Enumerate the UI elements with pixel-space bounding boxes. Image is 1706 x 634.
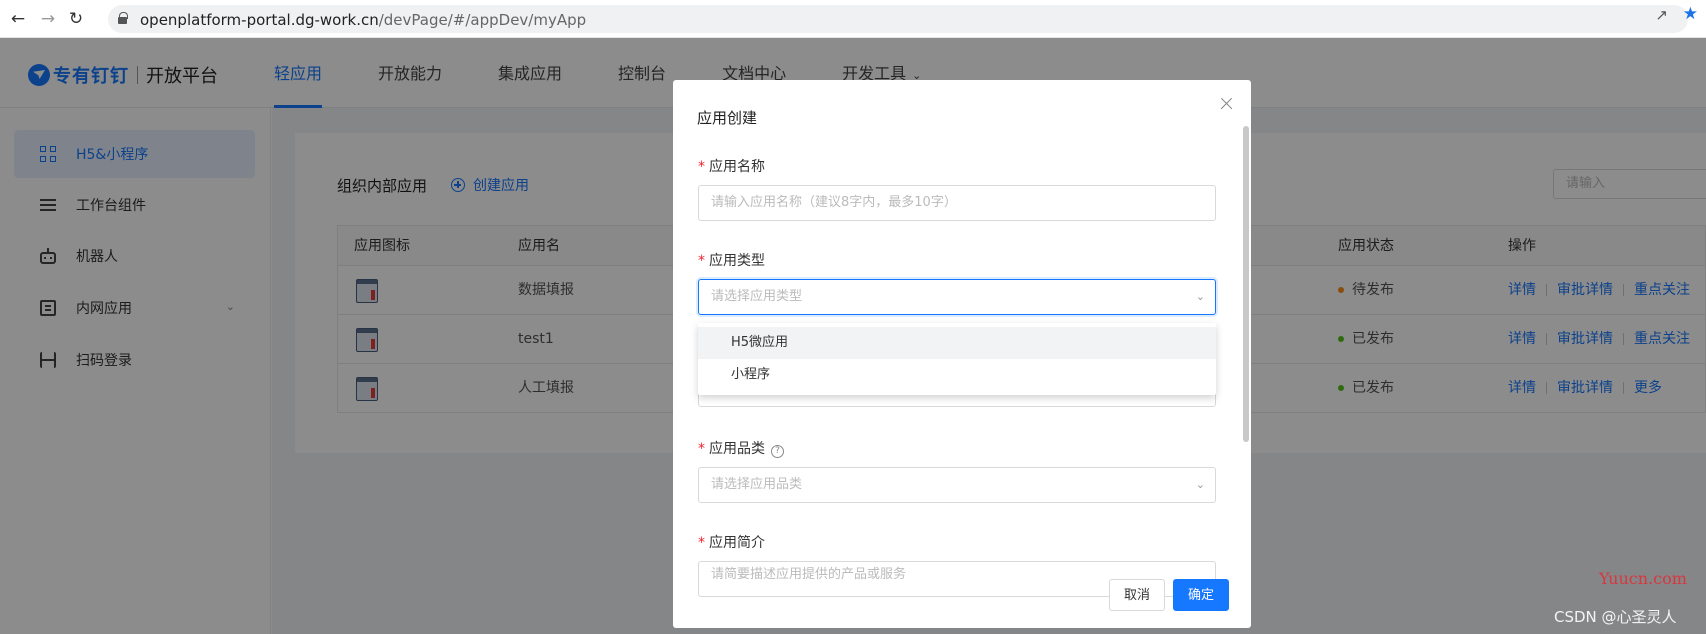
app-name-field[interactable]: 请输入应用名称（建议8字内，最多10字） [698,185,1216,221]
option-miniprogram[interactable]: 小程序 [698,359,1216,391]
app-type-select[interactable]: 请选择应用类型 ⌄ [698,279,1216,315]
browser-toolbar: ← → ↻ openplatform-portal.dg-work.cn/dev… [0,0,1706,38]
dialog-scrollbar[interactable] [1243,126,1249,442]
option-h5-microapp[interactable]: H5微应用 [698,327,1216,359]
lock-icon [118,12,128,24]
create-app-dialog: 应用创建 * 应用名称 请输入应用名称（建议8字内，最多10字） * 应用类型 请选… [673,80,1251,628]
app-type-label: * 应用类型 [698,253,765,269]
app-name-label: * 应用名称 [698,159,765,175]
chevron-down-icon: ⌄ [1195,478,1205,491]
share-icon[interactable]: ↗ [1655,6,1668,24]
app-category-label: * 应用品类? [698,438,784,458]
bookmark-star-icon[interactable]: ★ [1683,4,1698,24]
confirm-button[interactable]: 确定 [1172,579,1229,611]
forward-arrow-icon[interactable]: → [38,9,58,29]
dialog-footer: 取消 确定 [1108,579,1229,611]
required-marker: * [698,253,705,269]
app-type-dropdown: H5微应用 小程序 [698,323,1216,395]
close-icon[interactable] [1219,96,1235,112]
required-marker: * [698,159,705,175]
back-arrow-icon[interactable]: ← [8,9,28,29]
chevron-down-icon: ⌄ [1195,290,1205,303]
reload-icon[interactable]: ↻ [66,9,86,29]
required-marker: * [698,535,705,551]
app-category-select[interactable]: 请选择应用品类 ⌄ [698,467,1216,503]
site-watermark: Yuucn.com [1599,569,1687,588]
author-watermark: CSDN @心圣灵人 [1554,608,1677,626]
app-intro-label: * 应用简介 [698,535,765,551]
help-icon[interactable]: ? [771,445,784,458]
required-marker: * [698,441,705,457]
url-text: openplatform-portal.dg-work.cn/devPage/#… [140,11,587,29]
cancel-button[interactable]: 取消 [1108,579,1165,611]
address-bar[interactable]: openplatform-portal.dg-work.cn/devPage/#… [108,5,1688,33]
dialog-title: 应用创建 [697,109,758,127]
